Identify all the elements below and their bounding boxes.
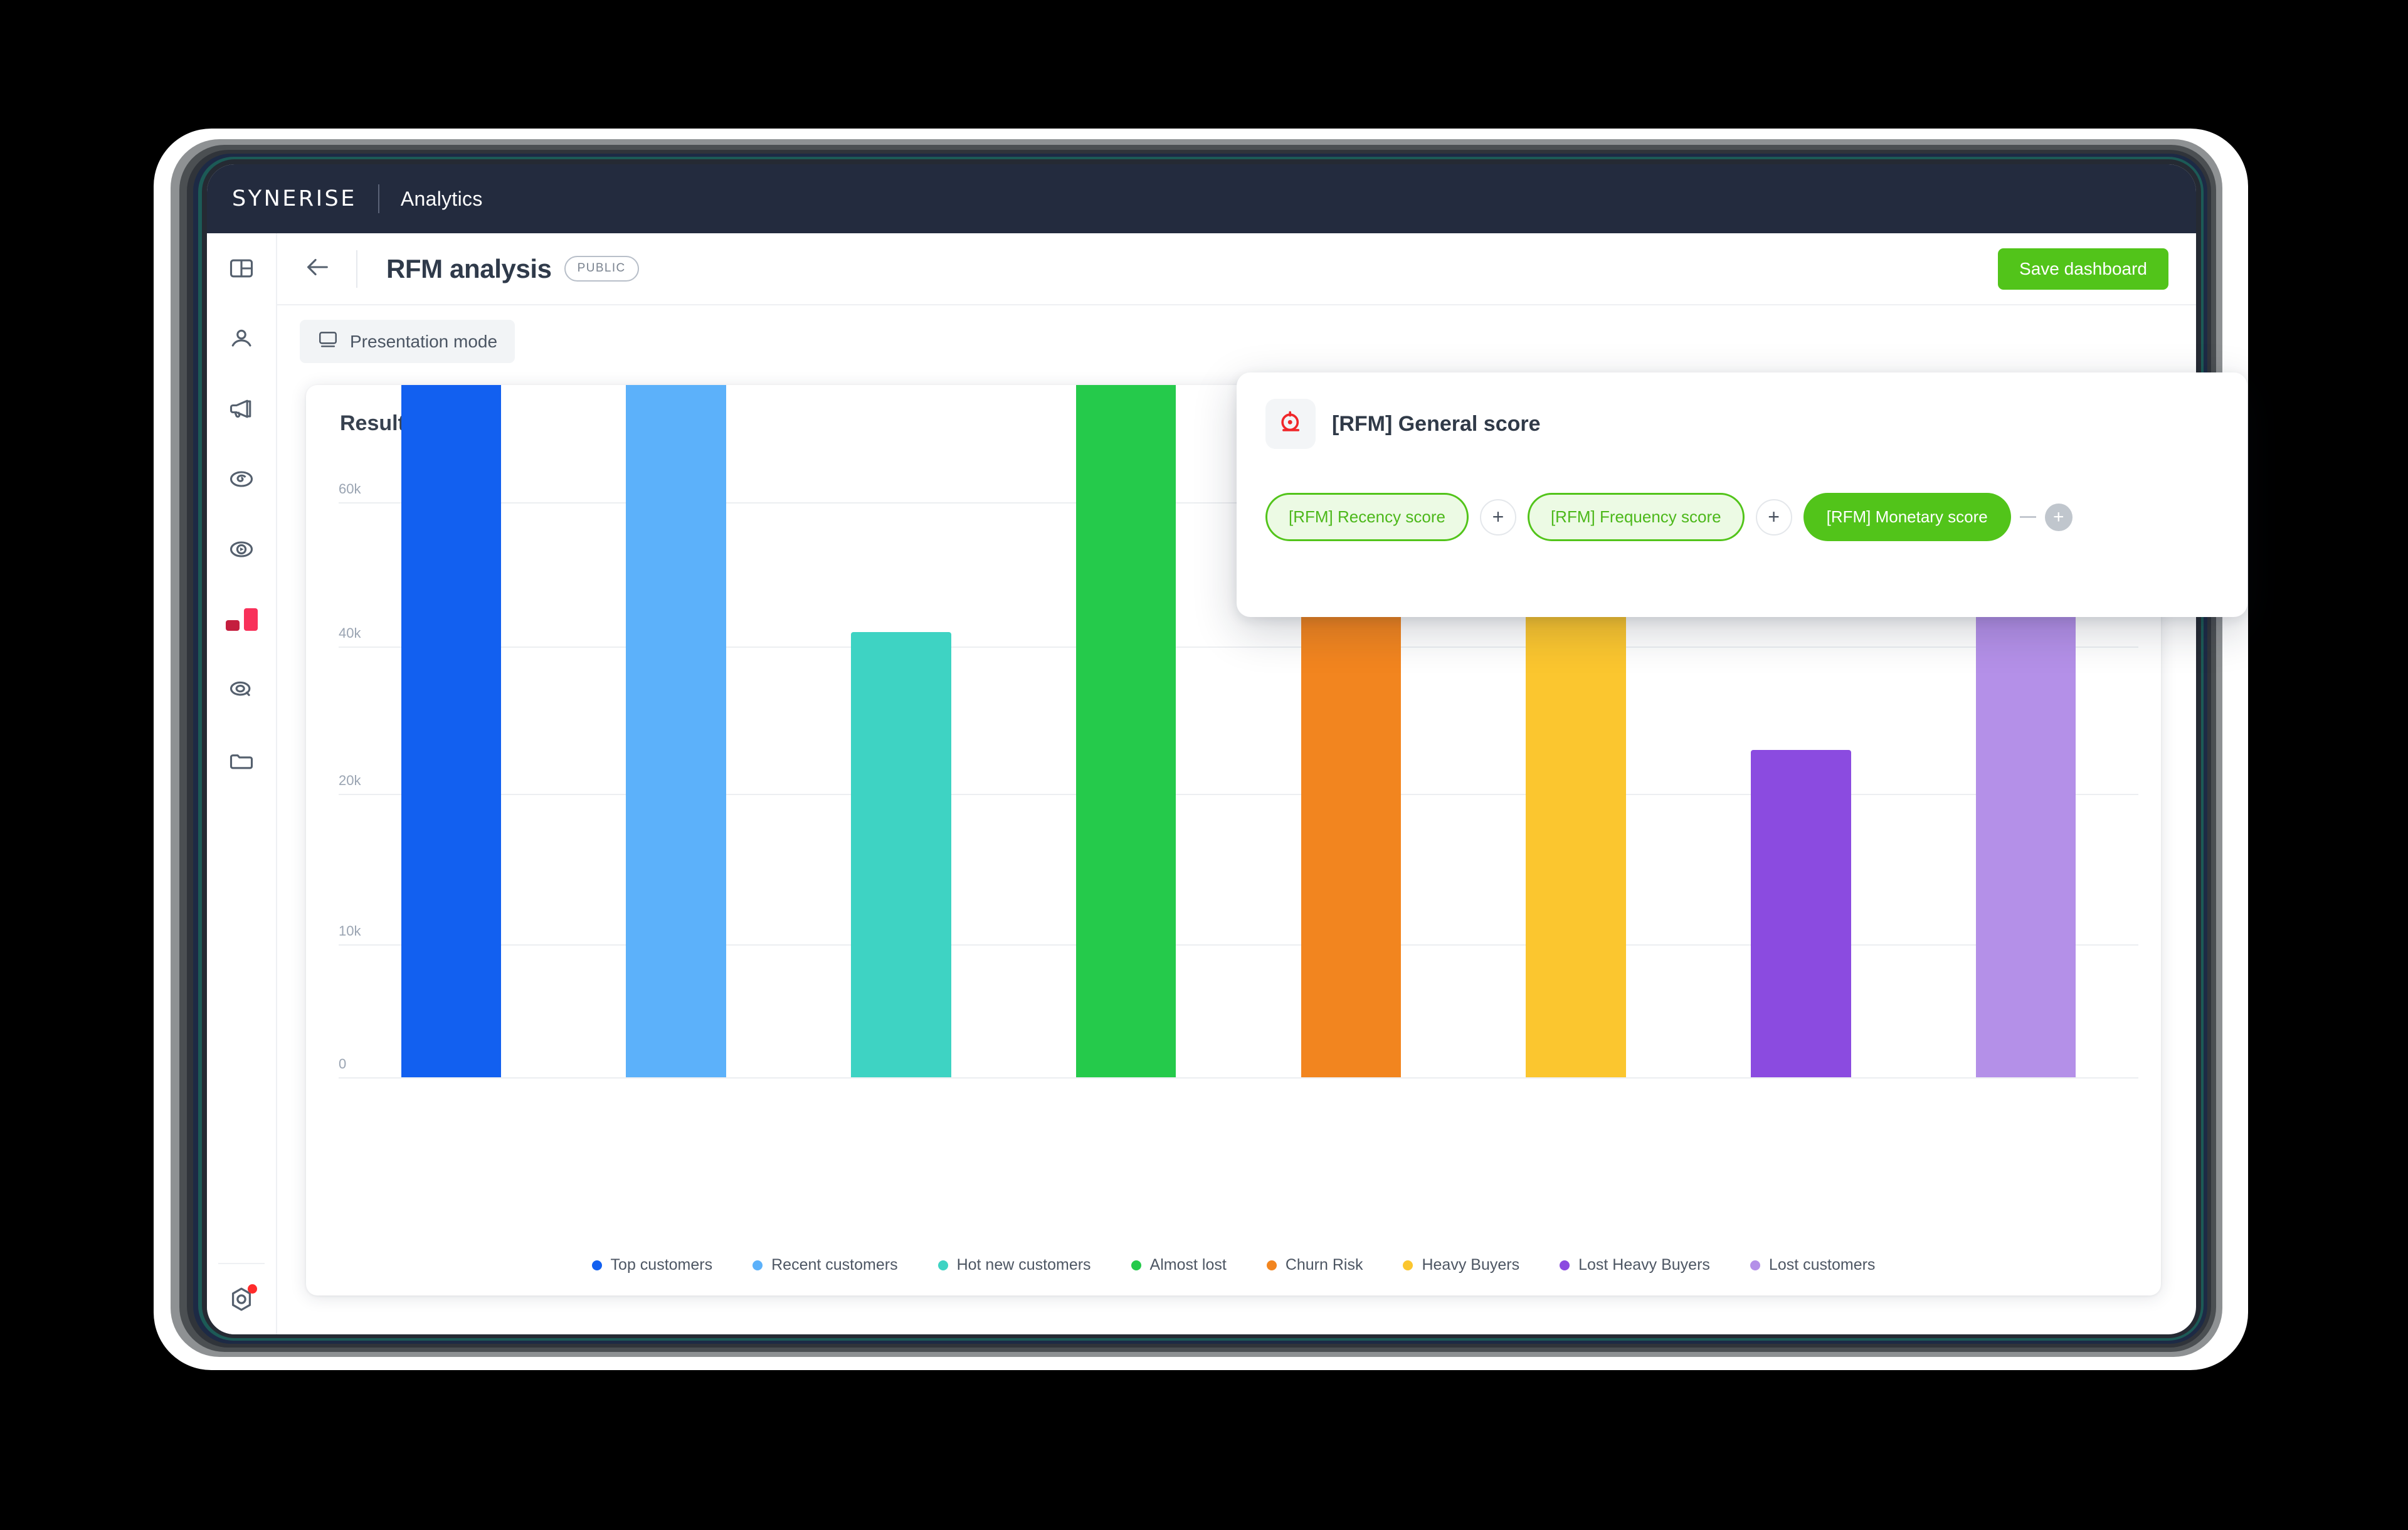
- page-header: RFM analysis PUBLIC Save dashboard: [277, 233, 2196, 305]
- magnifier-icon: [228, 676, 255, 704]
- sidebar-item-audience[interactable]: [207, 303, 277, 374]
- sidebar-item-communication[interactable]: [207, 374, 277, 444]
- layout-icon: [228, 255, 255, 282]
- synerise-logo[interactable]: SYNERISE: [232, 186, 357, 211]
- legend-label: Hot new customers: [956, 1256, 1091, 1274]
- legend-dot: [1131, 1260, 1141, 1270]
- sidebar-item-automation[interactable]: [207, 444, 277, 514]
- legend-label: Top customers: [610, 1256, 713, 1274]
- dashboard-toolbar: Presentation mode: [277, 305, 2196, 377]
- header-divider: [356, 250, 357, 288]
- legend-item[interactable]: Recent customers: [752, 1256, 898, 1274]
- add-score-button[interactable]: +: [2044, 503, 2073, 531]
- chip-connector-dash: [2019, 516, 2036, 518]
- legend-dot: [1403, 1260, 1413, 1270]
- legend-item[interactable]: Top customers: [591, 1256, 713, 1274]
- sidebar-item-media[interactable]: [207, 514, 277, 584]
- rfm-score-chip[interactable]: [RFM] Monetary score: [1803, 493, 2011, 541]
- popup-header: [RFM] General score: [1265, 399, 1541, 449]
- folder-icon: [228, 746, 255, 774]
- sidebar-item-settings[interactable]: [207, 1264, 277, 1334]
- sidebar-item-search[interactable]: [207, 655, 277, 725]
- topbar-divider: [378, 184, 379, 213]
- chart-bar[interactable]: [851, 632, 951, 1077]
- presentation-mode-button[interactable]: Presentation mode: [300, 320, 515, 363]
- app-topbar: SYNERISE Analytics: [207, 164, 2196, 233]
- legend-label: Lost Heavy Buyers: [1578, 1256, 1710, 1274]
- chart-bar[interactable]: [1075, 385, 1176, 1077]
- spiral-icon: [228, 465, 255, 493]
- popup-title: [RFM] General score: [1332, 411, 1541, 436]
- legend-label: Churn Risk: [1285, 1256, 1363, 1274]
- user-icon: [228, 325, 255, 352]
- legend-dot: [591, 1260, 602, 1270]
- rfm-score-chip[interactable]: [RFM] Recency score: [1265, 493, 1469, 541]
- presentation-mode-label: Presentation mode: [350, 331, 498, 351]
- sidebar-rail: [207, 233, 277, 1334]
- rfm-score-chip[interactable]: [RFM] Frequency score: [1527, 493, 1745, 541]
- legend-item[interactable]: Almost lost: [1131, 1256, 1227, 1274]
- legend-dot: [1750, 1260, 1760, 1270]
- legend-label: Lost customers: [1768, 1256, 1876, 1274]
- legend-item[interactable]: Lost Heavy Buyers: [1560, 1256, 1710, 1274]
- chart-bar[interactable]: [626, 385, 726, 1077]
- arrow-left-icon: [303, 253, 332, 285]
- chip-operator-plus[interactable]: +: [1755, 499, 1792, 536]
- chart-legend: Top customers Recent customers Hot new cus…: [306, 1256, 2161, 1274]
- back-button[interactable]: [300, 251, 335, 287]
- chart-bar[interactable]: [401, 385, 501, 1077]
- bar-chart-icon: [225, 608, 258, 631]
- legend-dot: [1560, 1260, 1570, 1270]
- legend-item[interactable]: Hot new customers: [937, 1256, 1091, 1274]
- legend-dot: [1266, 1260, 1277, 1270]
- monitor-icon: [317, 329, 339, 354]
- megaphone-icon: [228, 395, 255, 423]
- screenshot-stage: SYNERISE Analytics RFM analysis PUBLIC S…: [0, 0, 2408, 1530]
- page-title: RFM analysis: [386, 253, 552, 283]
- module-name: Analytics: [400, 187, 483, 210]
- play-circle-icon: [228, 536, 255, 563]
- aim-target-icon: [1265, 399, 1316, 449]
- chart-bar[interactable]: [1751, 749, 1851, 1077]
- sidebar-item-catalogs[interactable]: [207, 725, 277, 795]
- sidebar-item-analytics[interactable]: [207, 584, 277, 655]
- rfm-score-chips: [RFM] Recency score + [RFM] Frequency scor…: [1265, 493, 2222, 541]
- legend-label: Heavy Buyers: [1422, 1256, 1520, 1274]
- legend-dot: [752, 1260, 763, 1270]
- legend-label: Recent customers: [771, 1256, 898, 1274]
- save-dashboard-button[interactable]: Save dashboard: [1998, 248, 2168, 290]
- status-badge: PUBLIC: [564, 256, 639, 282]
- legend-item[interactable]: Heavy Buyers: [1403, 1256, 1519, 1274]
- app-screen: SYNERISE Analytics RFM analysis PUBLIC S…: [207, 164, 2196, 1334]
- legend-label: Almost lost: [1149, 1256, 1227, 1274]
- legend-dot: [937, 1260, 948, 1270]
- hexagon-settings-icon: [227, 1284, 257, 1314]
- notification-badge: [248, 1284, 257, 1294]
- legend-item[interactable]: Churn Risk: [1266, 1256, 1363, 1274]
- chip-operator-plus[interactable]: +: [1479, 499, 1516, 536]
- sidebar-item-dashboard[interactable]: [207, 233, 277, 303]
- legend-item[interactable]: Lost customers: [1750, 1256, 1876, 1274]
- rfm-general-score-popup: [RFM] General score [RFM] Recency score +…: [1237, 372, 2247, 617]
